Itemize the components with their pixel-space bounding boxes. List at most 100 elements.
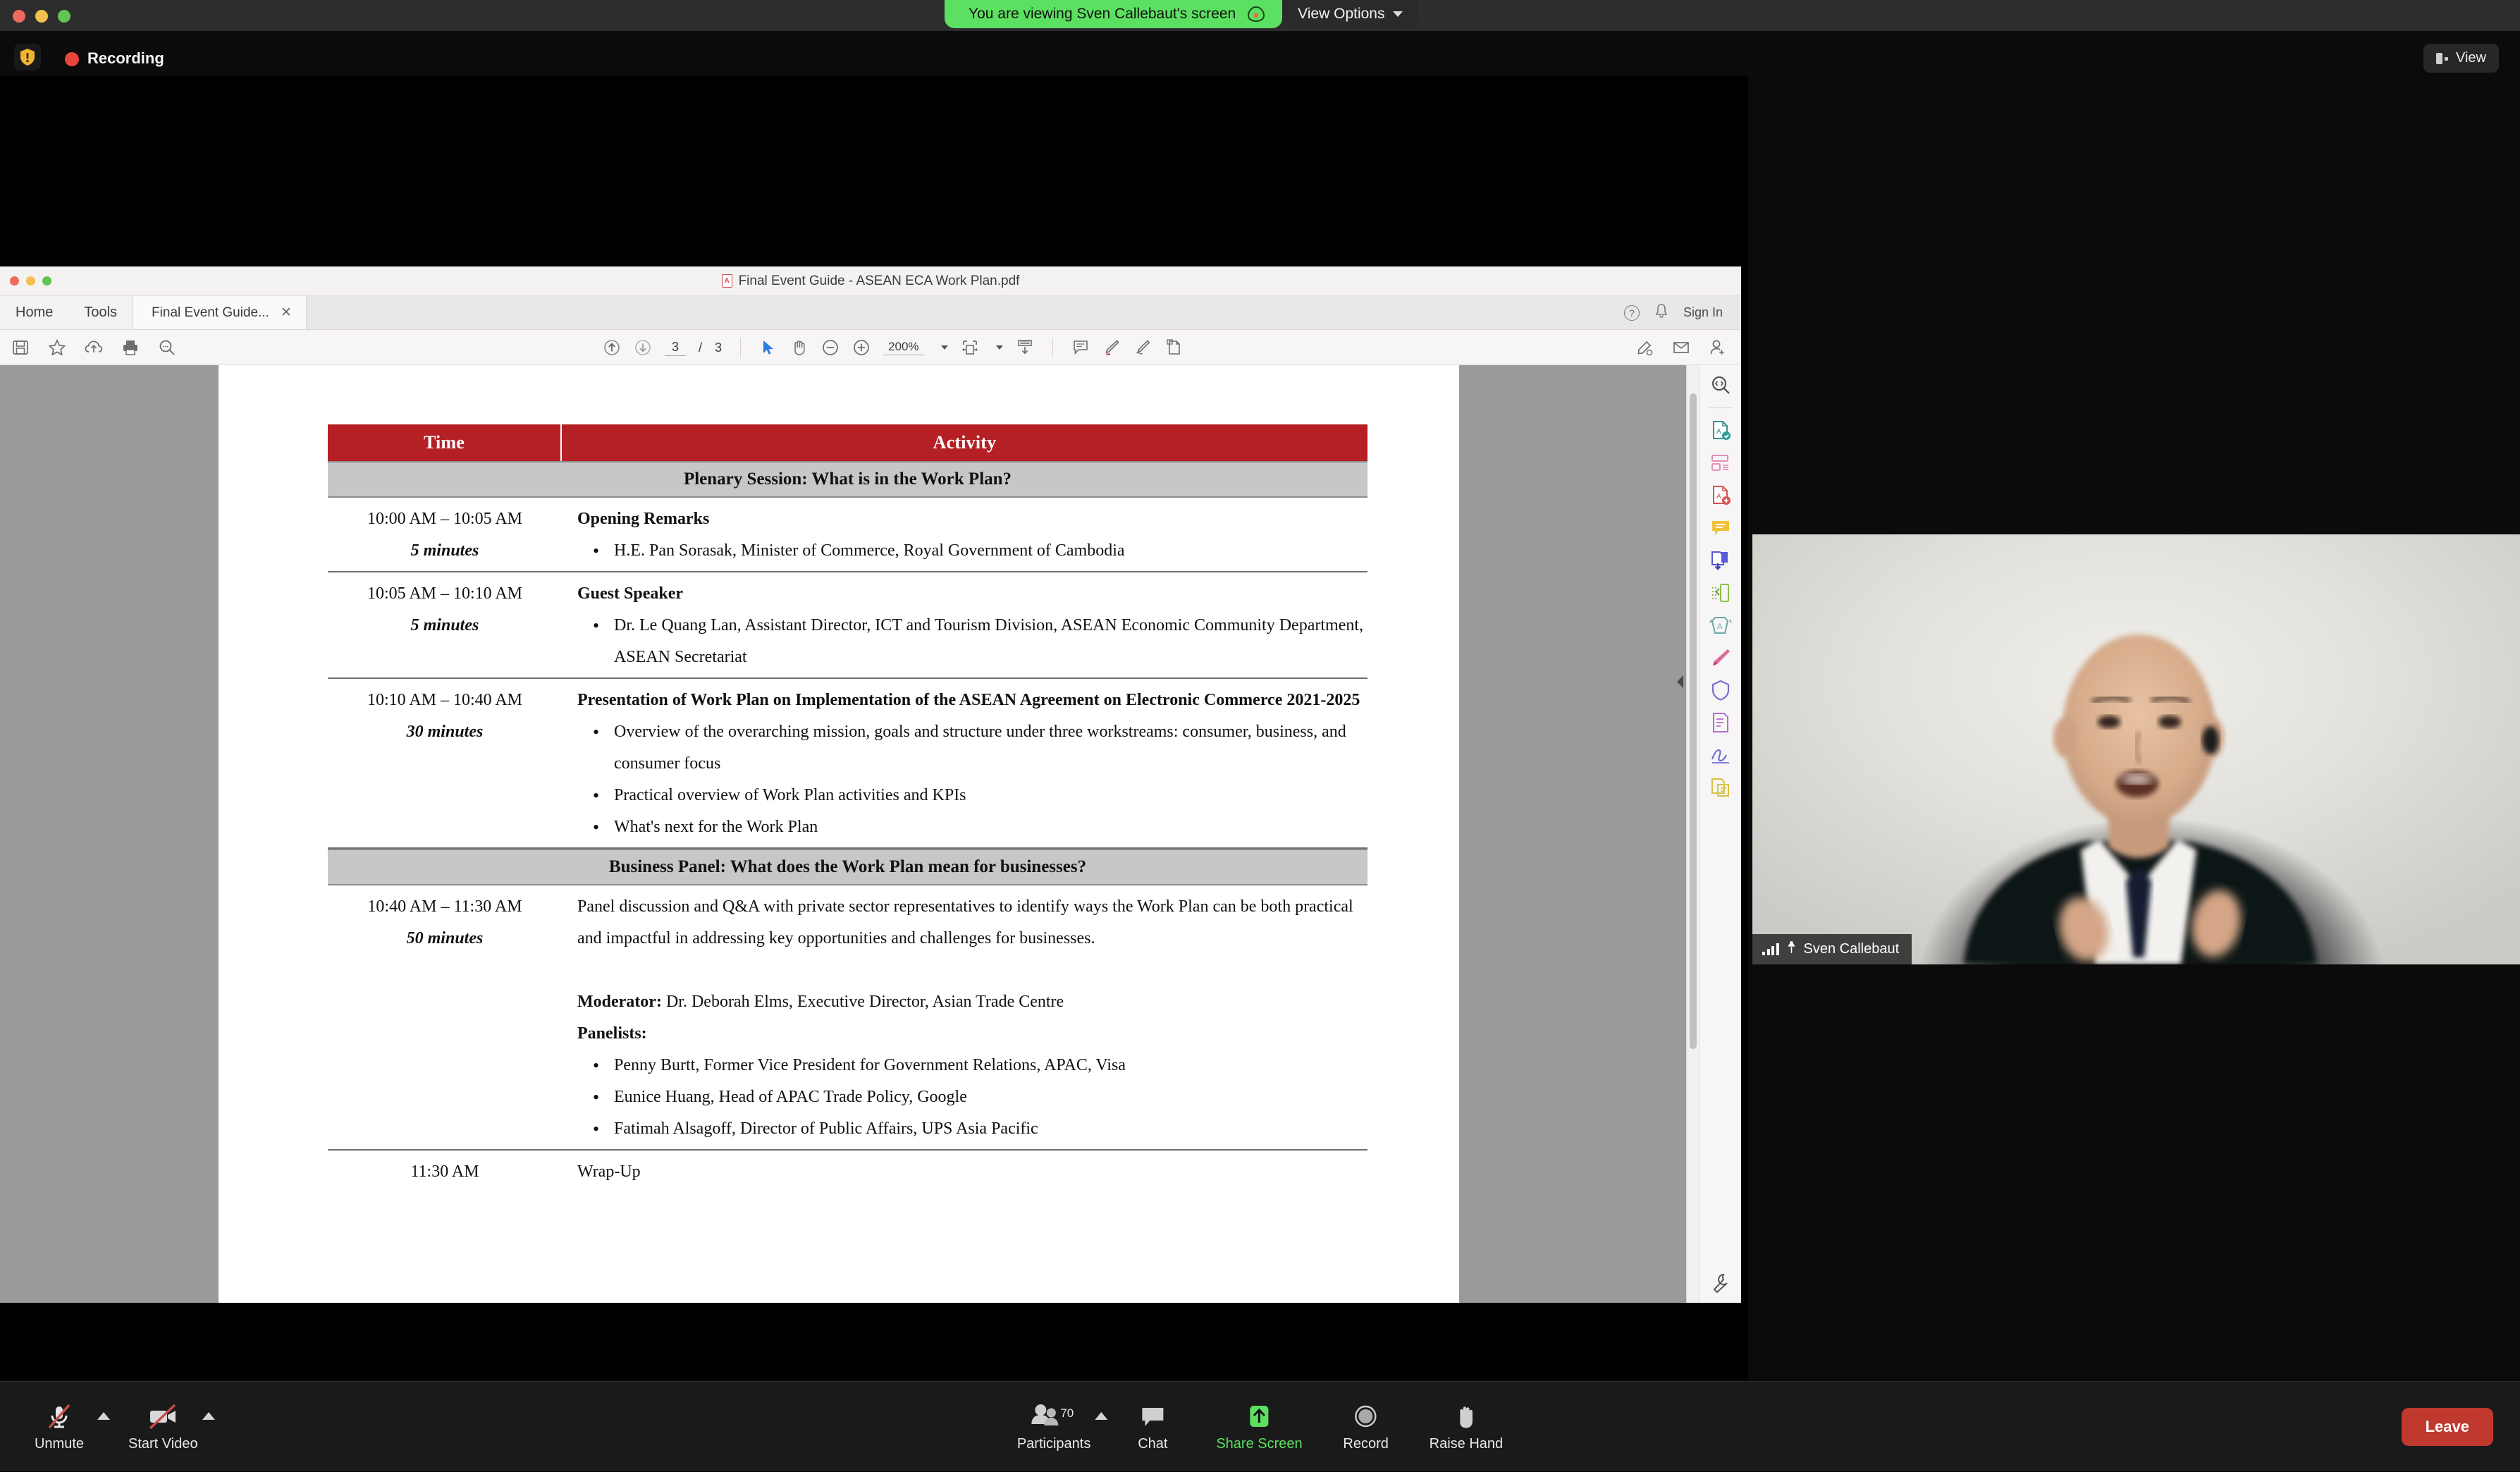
security-shield-icon[interactable]: [14, 44, 41, 70]
scrollbar-thumb[interactable]: [1690, 393, 1697, 1049]
moderator-label: Moderator:: [577, 993, 662, 1011]
raise-hand-label: Raise Hand: [1430, 1436, 1504, 1452]
collapse-panel-arrow-icon[interactable]: [1677, 675, 1683, 688]
pdf-vertical-scrollbar[interactable]: [1686, 365, 1699, 1303]
comment-icon[interactable]: [1071, 338, 1090, 357]
moderator-line: Moderator: Dr. Deborah Elms, Executive D…: [577, 986, 1367, 1018]
help-circle-icon[interactable]: ?: [1624, 305, 1640, 321]
add-user-icon[interactable]: [1709, 338, 1727, 357]
request-signature-icon[interactable]: [1709, 744, 1732, 766]
pdf-scroll-container[interactable]: Time Activity Plenary Session: What is i…: [0, 365, 1686, 1303]
share-screen-button[interactable]: Share Screen: [1198, 1402, 1320, 1452]
participants-button[interactable]: 70 Participants: [999, 1402, 1095, 1452]
email-icon[interactable]: [1672, 338, 1690, 357]
leave-button[interactable]: Leave: [2402, 1408, 2493, 1446]
create-pdf-icon[interactable]: A: [1709, 484, 1732, 507]
participant-video-tile[interactable]: Sven Callebaut: [1752, 534, 2520, 964]
list-item: Overview of the overarching mission, goa…: [577, 716, 1367, 780]
acrobat-close-button[interactable]: [10, 276, 19, 286]
unmute-label: Unmute: [35, 1436, 84, 1452]
svg-text:A: A: [1717, 622, 1723, 631]
zoom-in-icon[interactable]: [852, 338, 871, 357]
save-icon[interactable]: [11, 338, 30, 357]
minimize-window-button[interactable]: [35, 10, 48, 23]
list-item: Practical overview of Work Plan activiti…: [577, 780, 1367, 811]
arrow-down-circle-icon[interactable]: [634, 338, 652, 357]
toolbar-center-group: 3 / 3: [603, 330, 1183, 365]
compress-pdf-icon[interactable]: [1709, 582, 1732, 604]
participant-name-badge: Sven Callebaut: [1752, 934, 1912, 964]
chevron-down-icon[interactable]: [941, 345, 948, 350]
upload-cloud-icon[interactable]: [85, 338, 103, 357]
view-layout-button[interactable]: View: [2423, 44, 2499, 73]
highlight-pen-icon[interactable]: [1102, 338, 1121, 357]
recording-label: Recording: [87, 49, 164, 68]
shared-screen-area: A Final Event Guide - ASEAN ECA Work Pla…: [0, 76, 1748, 1380]
redact-pdf-icon[interactable]: A: [1709, 614, 1732, 637]
export-pdf-icon[interactable]: A: [1709, 419, 1732, 442]
organize-pages-icon[interactable]: [1709, 452, 1732, 474]
row-text: Wrap-Up: [577, 1156, 1367, 1188]
zoom-out-icon[interactable]: [821, 338, 840, 357]
acrobat-account-bar: ? Sign In: [1624, 296, 1741, 329]
scan-and-ocr-icon[interactable]: [1709, 776, 1732, 799]
comment-tool-icon[interactable]: [1709, 517, 1732, 539]
cursor-select-icon[interactable]: [759, 338, 777, 357]
print-icon[interactable]: [121, 338, 140, 357]
acrobat-titlebar: A Final Event Guide - ASEAN ECA Work Pla…: [0, 266, 1741, 296]
maximize-window-button[interactable]: [58, 10, 70, 23]
notification-bell-icon[interactable]: [1655, 304, 1668, 321]
svg-text:A: A: [1716, 493, 1721, 501]
share-link-icon[interactable]: [1635, 338, 1654, 357]
record-circle-icon: [1352, 1402, 1380, 1430]
table-row: 10:05 AM – 10:10 AM 5 minutes Guest Spea…: [328, 572, 1367, 679]
edit-pdf-icon[interactable]: [1709, 646, 1732, 669]
acrobat-minimize-button[interactable]: [26, 276, 35, 286]
start-video-button[interactable]: Start Video: [110, 1402, 202, 1452]
microphone-muted-icon: [44, 1402, 74, 1430]
zoom-level-input[interactable]: 200%: [883, 340, 923, 355]
fit-page-icon[interactable]: [961, 338, 979, 357]
close-window-button[interactable]: [13, 10, 25, 23]
combine-files-icon[interactable]: [1709, 549, 1732, 572]
record-button[interactable]: Record: [1321, 1402, 1411, 1452]
star-icon[interactable]: [48, 338, 66, 357]
stamp-icon[interactable]: [1164, 338, 1183, 357]
list-item: What's next for the Work Plan: [577, 811, 1367, 843]
fill-and-sign-icon[interactable]: [1709, 711, 1732, 734]
more-tools-icon[interactable]: [1709, 1272, 1732, 1294]
chat-button[interactable]: Chat: [1107, 1402, 1198, 1452]
participants-options-chevron-icon[interactable]: [1095, 1412, 1107, 1420]
acrobat-traffic-lights[interactable]: [10, 276, 51, 286]
document-tab[interactable]: Final Event Guide... ✕: [133, 296, 307, 329]
search-icon[interactable]: [158, 338, 176, 357]
read-mode-icon[interactable]: [1016, 338, 1034, 357]
video-options-chevron-icon[interactable]: [202, 1412, 215, 1420]
arrow-up-circle-icon[interactable]: [603, 338, 621, 357]
tab-tools[interactable]: Tools: [68, 296, 133, 329]
page-number-input[interactable]: 3: [665, 340, 686, 356]
row-time-cell: 10:40 AM – 11:30 AM 50 minutes: [328, 891, 562, 1145]
search-document-icon[interactable]: [1709, 374, 1732, 396]
close-icon[interactable]: ✕: [281, 305, 292, 321]
unmute-button[interactable]: Unmute: [7, 1402, 97, 1452]
record-label: Record: [1343, 1436, 1388, 1452]
hand-tool-icon[interactable]: [790, 338, 809, 357]
table-row: 10:10 AM – 10:40 AM 30 minutes Presentat…: [328, 679, 1367, 849]
raise-hand-button[interactable]: Raise Hand: [1411, 1402, 1522, 1452]
acrobat-maximize-button[interactable]: [42, 276, 51, 286]
protect-icon[interactable]: [1709, 679, 1732, 701]
chevron-down-icon[interactable]: [996, 345, 1003, 350]
row-heading: Opening Remarks: [577, 503, 1367, 535]
audio-control-group: Unmute: [7, 1402, 110, 1452]
acrobat-reader-window: A Final Event Guide - ASEAN ECA Work Pla…: [0, 266, 1741, 1303]
pinned-icon: [1786, 940, 1797, 958]
window-traffic-lights[interactable]: [13, 10, 70, 23]
tab-home[interactable]: Home: [0, 296, 68, 329]
audio-options-chevron-icon[interactable]: [97, 1412, 110, 1420]
row-time-cell: 10:10 AM – 10:40 AM 30 minutes: [328, 685, 562, 843]
draw-freehand-icon[interactable]: [1133, 338, 1152, 357]
view-options-button[interactable]: View Options: [1282, 0, 1418, 28]
row-heading: Presentation of Work Plan on Implementat…: [577, 685, 1367, 716]
sign-in-link[interactable]: Sign In: [1683, 305, 1723, 320]
